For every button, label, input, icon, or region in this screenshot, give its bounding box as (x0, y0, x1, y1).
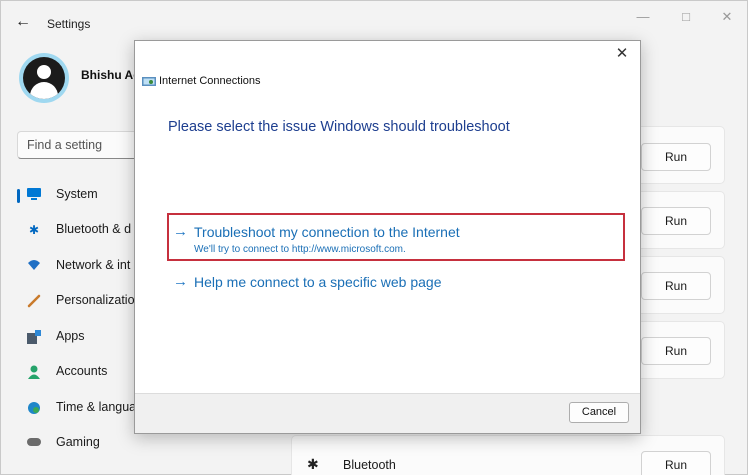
bluetooth-row-label: Bluetooth (343, 458, 396, 472)
dialog-title: Internet Connections (159, 75, 261, 87)
sidebar-item-accounts[interactable]: Accounts (17, 358, 147, 386)
close-icon[interactable]: ✕ (614, 46, 630, 62)
apps-icon (27, 330, 41, 344)
cancel-button[interactable]: Cancel (569, 402, 629, 423)
user-name: Bhishu Ac (81, 68, 140, 82)
sidebar-item-label: Personalization (56, 293, 142, 307)
accounts-icon (27, 365, 41, 379)
sidebar-item-label: Bluetooth & d (56, 222, 132, 236)
maximize-icon[interactable]: □ (676, 9, 696, 25)
run-button[interactable]: Run (641, 337, 711, 365)
sidebar-item-label: Time & langua (56, 400, 137, 414)
dialog-heading: Please select the issue Windows should t… (168, 119, 510, 135)
bluetooth-icon: ✱ (307, 456, 319, 472)
sidebar-item-network[interactable]: Network & int (17, 252, 147, 280)
run-button[interactable]: Run (641, 207, 711, 235)
minimize-icon[interactable]: — (633, 9, 653, 25)
internet-connections-dialog: ✕ Internet Connections Please select the… (134, 40, 641, 434)
user-icon (23, 57, 65, 99)
search-input[interactable]: Find a setting (17, 131, 149, 159)
sidebar-item-system[interactable]: System (17, 181, 147, 209)
network-icon (27, 259, 41, 273)
settings-titlebar: ← Settings — □ ✕ (1, 1, 747, 45)
connect-webpage-option[interactable]: → Help me connect to a specific web page (168, 273, 628, 295)
system-icon (27, 188, 41, 202)
sidebar-item-label: Apps (56, 329, 85, 343)
gaming-icon (27, 436, 41, 450)
app-title: Settings (47, 17, 91, 31)
close-window-icon[interactable]: ✕ (717, 9, 737, 25)
highlight-box (167, 213, 625, 261)
run-button[interactable]: Run (641, 451, 711, 475)
sidebar-item-label: System (56, 187, 98, 201)
arrow-right-icon: → (173, 273, 188, 290)
sidebar-item-label: Gaming (56, 435, 100, 449)
dialog-footer: Cancel (135, 393, 640, 433)
globe-icon (27, 401, 41, 415)
back-arrow-icon[interactable]: ← (15, 13, 33, 31)
sidebar-item-apps[interactable]: Apps (17, 323, 147, 351)
sidebar-item-personalization[interactable]: Personalization (17, 287, 147, 315)
network-troubleshooter-icon (142, 75, 156, 86)
sidebar-item-gaming[interactable]: Gaming (17, 429, 147, 457)
run-button[interactable]: Run (641, 143, 711, 171)
option-title: Help me connect to a specific web page (194, 274, 442, 290)
run-button[interactable]: Run (641, 272, 711, 300)
sidebar-item-time-language[interactable]: Time & langua (17, 394, 147, 422)
sidebar-item-label: Accounts (56, 364, 108, 378)
sidebar-item-label: Network & int (56, 258, 131, 272)
sidebar-item-bluetooth[interactable]: ✱ Bluetooth & d (17, 216, 147, 244)
brush-icon (27, 294, 41, 308)
avatar[interactable] (19, 53, 69, 103)
bluetooth-icon: ✱ (28, 223, 40, 237)
